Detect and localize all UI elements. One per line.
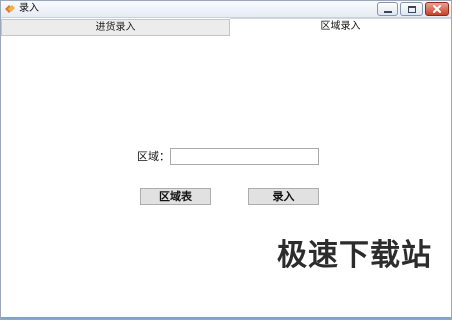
tab-region-entry[interactable]: 区域录入 bbox=[230, 18, 451, 36]
close-button[interactable] bbox=[425, 2, 449, 16]
tab-content: 区域： 区域表 录入 bbox=[1, 36, 451, 319]
tab-strip: 进货录入 区域录入 bbox=[1, 18, 451, 36]
region-label: 区域： bbox=[137, 150, 170, 163]
title-bar[interactable]: 录入 bbox=[1, 1, 451, 18]
minimize-icon bbox=[384, 11, 392, 13]
close-icon bbox=[433, 5, 441, 13]
region-table-button[interactable]: 区域表 bbox=[140, 188, 211, 205]
maximize-button[interactable] bbox=[400, 2, 423, 16]
region-input[interactable] bbox=[170, 148, 319, 165]
maximize-icon bbox=[408, 6, 416, 13]
app-icon bbox=[5, 5, 15, 13]
minimize-button[interactable] bbox=[377, 2, 398, 16]
tab-purchase-entry[interactable]: 进货录入 bbox=[1, 19, 230, 36]
watermark: 极速下载站 bbox=[277, 238, 432, 273]
window-bottom-border bbox=[1, 317, 451, 319]
app-window: 录入 进货录入 区域录入 区域： 区域表 录入 极速下载站 bbox=[0, 0, 452, 320]
enter-button[interactable]: 录入 bbox=[248, 188, 319, 205]
window-title: 录入 bbox=[19, 3, 39, 14]
